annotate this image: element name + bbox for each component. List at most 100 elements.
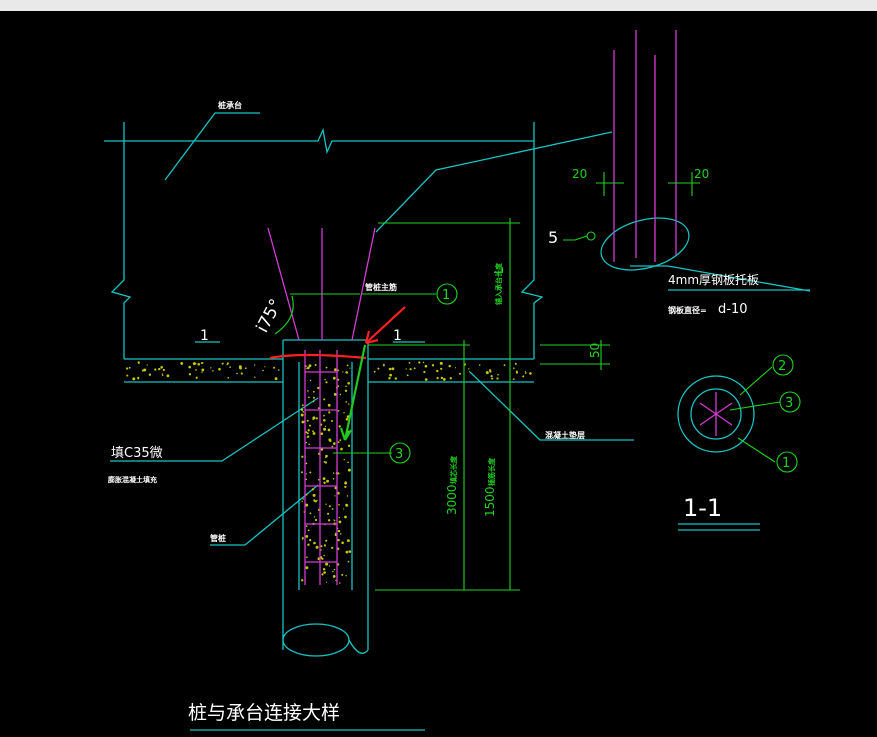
- aggregate-dot: [388, 377, 391, 380]
- aggregate-dot: [347, 560, 350, 563]
- aggregate-dot: [344, 515, 347, 519]
- section-title-underline: [678, 523, 760, 531]
- pile-bottom-cut: [282, 623, 350, 657]
- aggregate-dot: [322, 477, 326, 480]
- aggregate-dot: [333, 393, 337, 396]
- aggregate-dot: [348, 403, 350, 405]
- cap-label: 桩承台: [218, 100, 242, 110]
- aggregate-dot: [154, 368, 157, 371]
- aggregate-dot: [322, 568, 326, 571]
- aggregate-dot: [236, 372, 238, 375]
- aggregate-dot: [529, 373, 532, 375]
- aggregate-dot: [489, 370, 492, 373]
- aggregate-dot: [239, 366, 242, 370]
- plate-dia-label: 钢板直径=: [668, 305, 707, 315]
- aggregate-dot: [309, 424, 311, 427]
- callout-leaders-section: [729, 366, 781, 463]
- aggregate-dot: [423, 370, 426, 374]
- aggregate-dot: [448, 364, 451, 368]
- aggregate-dot: [344, 485, 347, 488]
- concrete-grade: 填C35微: [111, 446, 163, 461]
- red-markup-line: [269, 353, 367, 360]
- aggregate-dot: [320, 545, 323, 548]
- aggregate-dot: [240, 372, 243, 375]
- aggregate-dot: [513, 367, 515, 370]
- pile-rebar-label: 管桩主筋: [365, 282, 397, 292]
- aggregate-dot: [422, 361, 425, 364]
- aggregate-dot: [300, 408, 304, 411]
- rebar-len-value: 1500: [483, 486, 497, 517]
- aggregate-dot: [301, 420, 305, 424]
- aggregate-dot: [305, 566, 309, 570]
- aggregate-dot: [431, 364, 435, 367]
- aggregate-dot: [330, 420, 333, 422]
- aggregate-dot: [491, 377, 494, 380]
- aggregate-dot: [325, 503, 327, 505]
- aggregate-dot: [158, 367, 161, 371]
- aggregate-dot: [323, 571, 326, 574]
- aggregate-dot: [332, 575, 336, 578]
- aggregate-dot: [301, 500, 303, 502]
- aggregate-dot: [192, 362, 196, 366]
- aggregate-dot: [424, 364, 428, 368]
- aggregate-dot: [138, 362, 140, 365]
- aggregate-dot: [309, 379, 312, 382]
- aggregate-dot: [161, 373, 164, 375]
- aggregate-dot: [307, 543, 310, 546]
- aggregate-dot: [325, 454, 328, 458]
- aggregate-dot: [307, 529, 310, 532]
- pile-label: 管桩: [210, 533, 226, 543]
- aggregate-dot: [335, 579, 337, 582]
- aggregate-dot: [516, 371, 518, 374]
- angle-label: i75°: [253, 296, 287, 336]
- aggregate-dot: [413, 367, 416, 370]
- aggregate-dot: [377, 367, 380, 370]
- aggregate-dot: [226, 363, 228, 366]
- aggregate-dot: [328, 565, 330, 567]
- aggregate-dot: [333, 472, 335, 474]
- aggregate-dot: [418, 361, 421, 364]
- aggregate-dot: [345, 385, 347, 388]
- aggregate-dot: [342, 371, 344, 373]
- aggregate-dot: [436, 377, 439, 380]
- aggregate-dot: [337, 410, 340, 412]
- aggregate-dot: [333, 442, 336, 445]
- aggregate-dot: [496, 377, 499, 380]
- aggregate-dot: [522, 375, 525, 378]
- aggregate-dot: [227, 376, 230, 379]
- aggregate-dot: [201, 371, 203, 373]
- window-top-bar: [0, 0, 877, 11]
- aggregate-dot: [323, 461, 326, 463]
- aggregate-dot: [343, 508, 345, 510]
- aggregate-dot: [524, 372, 527, 374]
- green-markup-arrow: [339, 344, 367, 441]
- aggregate-dot: [307, 429, 310, 432]
- aggregate-dot: [324, 425, 326, 428]
- aggregate-dot: [468, 371, 471, 373]
- aggregate-dot: [339, 393, 342, 396]
- leader-pile-rebar: [375, 131, 613, 233]
- cushion-concrete-fill: [126, 361, 532, 584]
- pile-spirals: [305, 371, 337, 563]
- aggregate-dot: [324, 378, 326, 381]
- aggregate-dot: [328, 505, 331, 508]
- aggregate-dot: [262, 369, 264, 372]
- aggregate-dot: [326, 479, 329, 483]
- aggregate-dot: [254, 376, 256, 378]
- aggregate-dot: [197, 363, 200, 366]
- aggregate-dot: [320, 432, 324, 436]
- pile-rebar-verticals: [267, 227, 376, 585]
- aggregate-dot: [160, 366, 163, 369]
- aggregate-dot: [343, 458, 345, 461]
- aggregate-dot: [180, 362, 184, 365]
- aggregate-dot: [405, 368, 407, 370]
- aggregate-dot: [323, 427, 327, 431]
- aggregate-dot: [458, 372, 461, 375]
- aggregate-dot: [338, 520, 342, 524]
- aggregate-dot: [337, 441, 340, 444]
- aggregate-dot: [200, 362, 203, 365]
- aggregate-dot: [321, 557, 324, 560]
- aggregate-dot: [306, 432, 309, 435]
- aggregate-dot: [345, 503, 349, 507]
- aggregate-dot: [373, 370, 376, 373]
